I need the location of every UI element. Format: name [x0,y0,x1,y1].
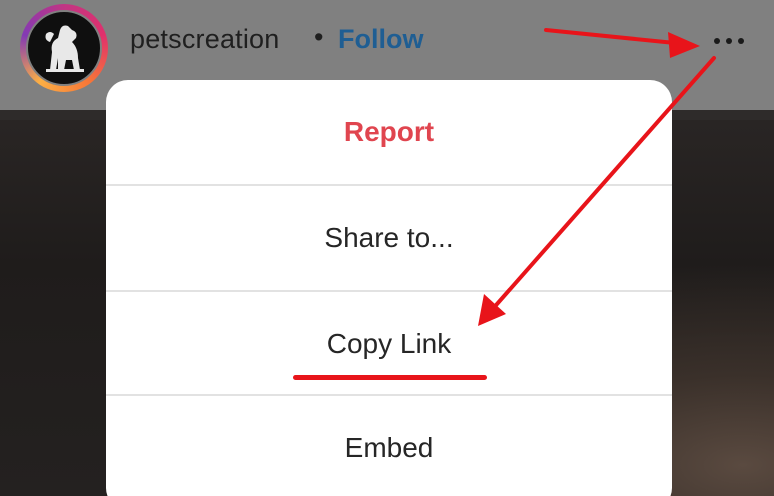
embed-button[interactable]: Embed [106,396,672,496]
screenshot-stage: petscreation • Follow Report Share to...… [0,0,774,496]
dot-1 [714,38,720,44]
dog-silhouette-icon [45,25,84,72]
report-button[interactable]: Report [106,80,672,184]
dot-3 [738,38,744,44]
share-to-button[interactable]: Share to... [106,186,672,290]
avatar[interactable] [26,10,102,86]
copy-link-button[interactable]: Copy Link [106,292,672,396]
dot-2 [726,38,732,44]
copy-link-underline [293,375,487,380]
more-options-icon[interactable] [706,22,752,58]
username[interactable]: petscreation [130,24,280,55]
follow-button[interactable]: Follow [338,24,423,55]
separator-dot: • [314,22,324,52]
options-menu: Report Share to... Copy Link Embed [106,80,672,496]
